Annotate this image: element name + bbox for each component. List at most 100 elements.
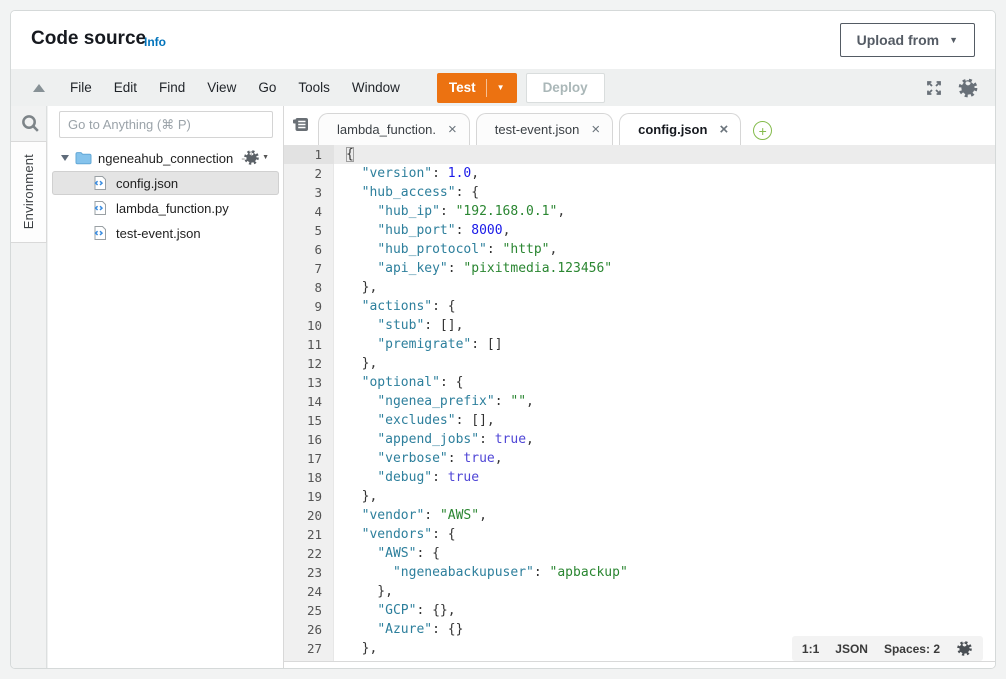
line-number: 13: [284, 373, 334, 392]
line-number: 14: [284, 392, 334, 411]
tab-test-event.json[interactable]: test-event.json×: [476, 113, 613, 145]
tree-file-test-event.json[interactable]: test-event.json: [52, 221, 279, 245]
code-line-8[interactable]: 8 },: [284, 278, 995, 297]
line-number: 9: [284, 297, 334, 316]
tab-environment[interactable]: Environment: [11, 141, 47, 243]
menu-item-go[interactable]: Go: [247, 80, 287, 95]
code-area[interactable]: 1{2 "version": 1.0,3 "hub_access": {4 "h…: [284, 145, 995, 662]
line-number: 18: [284, 468, 334, 487]
code-line-1[interactable]: 1{: [284, 145, 995, 164]
code-line-22[interactable]: 22 "AWS": {: [284, 544, 995, 563]
code-line-6[interactable]: 6 "hub_protocol": "http",: [284, 240, 995, 259]
line-number: 22: [284, 544, 334, 563]
fullscreen-icon[interactable]: [925, 79, 943, 97]
test-label: Test: [449, 80, 476, 95]
close-icon[interactable]: ×: [448, 122, 457, 137]
code-line-25[interactable]: 25 "GCP": {},: [284, 601, 995, 620]
search-icon[interactable]: [20, 113, 41, 139]
deploy-button[interactable]: Deploy: [526, 73, 605, 103]
upload-from-label: Upload from: [857, 32, 939, 48]
code-text: "actions": {: [334, 297, 456, 316]
page-title: Code source: [31, 28, 146, 50]
code-line-7[interactable]: 7 "api_key": "pixitmedia.123456": [284, 259, 995, 278]
code-line-17[interactable]: 17 "verbose": true,: [284, 449, 995, 468]
code-line-10[interactable]: 10 "stub": [],: [284, 316, 995, 335]
code-line-9[interactable]: 9 "actions": {: [284, 297, 995, 316]
code-line-2[interactable]: 2 "version": 1.0,: [284, 164, 995, 183]
upload-from-button[interactable]: Upload from ▼: [840, 23, 975, 57]
line-number: 17: [284, 449, 334, 468]
new-tab-plus-icon[interactable]: +: [753, 121, 772, 140]
code-line-4[interactable]: 4 "hub_ip": "192.168.0.1",: [284, 202, 995, 221]
code-text: },: [334, 354, 377, 373]
code-line-14[interactable]: 14 "ngenea_prefix": "",: [284, 392, 995, 411]
tab-config.json[interactable]: config.json ×: [619, 113, 741, 145]
code-text: "optional": {: [334, 373, 463, 392]
code-line-20[interactable]: 20 "vendor": "AWS",: [284, 506, 995, 525]
line-number: 11: [284, 335, 334, 354]
menu-item-edit[interactable]: Edit: [103, 80, 148, 95]
gear-icon: [243, 149, 260, 166]
tab-bar: lambda_function.×test-event.json×config.…: [284, 106, 995, 145]
code-line-13[interactable]: 13 "optional": {: [284, 373, 995, 392]
code-text: "vendor": "AWS",: [334, 506, 487, 525]
chevron-down-icon[interactable]: ▼: [497, 83, 505, 92]
code-line-16[interactable]: 16 "append_jobs": true,: [284, 430, 995, 449]
code-line-12[interactable]: 12 },: [284, 354, 995, 373]
indentation-setting[interactable]: Spaces: 2: [884, 642, 940, 656]
info-link[interactable]: Info: [144, 35, 166, 49]
tree-file-config.json[interactable]: config.json: [52, 171, 279, 195]
close-icon[interactable]: ×: [591, 122, 600, 137]
code-text: "sites": [: [334, 658, 440, 662]
editor-settings-gear-icon[interactable]: [956, 640, 973, 657]
environment-tab-label: Environment: [21, 154, 36, 229]
code-line-15[interactable]: 15 "excludes": [],: [284, 411, 995, 430]
code-line-5[interactable]: 5 "hub_port": 8000,: [284, 221, 995, 240]
menu-item-file[interactable]: File: [59, 80, 103, 95]
goto-anything-input[interactable]: [59, 111, 273, 138]
menu-item-find[interactable]: Find: [148, 80, 196, 95]
line-number: 15: [284, 411, 334, 430]
close-icon[interactable]: ×: [719, 122, 728, 137]
tree-settings-gear[interactable]: ▼: [243, 149, 269, 166]
folder-disclosure-icon[interactable]: [61, 155, 69, 161]
code-line-21[interactable]: 21 "vendors": {: [284, 525, 995, 544]
line-number: 7: [284, 259, 334, 278]
line-number: 26: [284, 620, 334, 639]
language-mode[interactable]: JSON: [835, 642, 868, 656]
menu-item-window[interactable]: Window: [341, 80, 411, 95]
code-line-24[interactable]: 24 },: [284, 582, 995, 601]
tree-file-lambda_function.py[interactable]: lambda_function.py: [52, 196, 279, 220]
code-text: },: [334, 487, 377, 506]
menu-items: FileEditFindViewGoToolsWindow: [59, 80, 411, 95]
menubar-right-icons: [925, 69, 979, 106]
collapse-panel-icon[interactable]: [33, 84, 45, 92]
code-file-icon: [92, 175, 108, 191]
code-line-19[interactable]: 19 },: [284, 487, 995, 506]
open-files-list-icon[interactable]: [292, 117, 309, 137]
code-text: "GCP": {},: [334, 601, 456, 620]
tab-lambda_function.[interactable]: lambda_function.×: [318, 113, 470, 145]
tab-label: config.json: [638, 122, 707, 137]
code-line-3[interactable]: 3 "hub_access": {: [284, 183, 995, 202]
code-line-23[interactable]: 23 "ngeneabackupuser": "apbackup": [284, 563, 995, 582]
cursor-position[interactable]: 1:1: [802, 642, 819, 656]
code-line-18[interactable]: 18 "debug": true: [284, 468, 995, 487]
line-number: 4: [284, 202, 334, 221]
menu-item-view[interactable]: View: [196, 80, 247, 95]
tabs: lambda_function.×test-event.json×config.…: [318, 113, 772, 145]
line-number: 20: [284, 506, 334, 525]
file-name: lambda_function.py: [116, 201, 229, 216]
line-number: 27: [284, 639, 334, 658]
code-text: },: [334, 639, 377, 658]
tree-folder-row[interactable]: ngeneahub_connection - / ▼: [48, 146, 283, 170]
menu-item-tools[interactable]: Tools: [287, 80, 341, 95]
code-line-11[interactable]: 11 "premigrate": []: [284, 335, 995, 354]
line-number: 5: [284, 221, 334, 240]
editor-menubar: FileEditFindViewGoToolsWindow Test ▼ Dep…: [11, 69, 995, 106]
code-text: },: [334, 278, 377, 297]
settings-gear-icon[interactable]: [957, 77, 979, 99]
line-number: 28: [284, 658, 334, 662]
line-number: 2: [284, 164, 334, 183]
test-button[interactable]: Test ▼: [437, 73, 517, 103]
